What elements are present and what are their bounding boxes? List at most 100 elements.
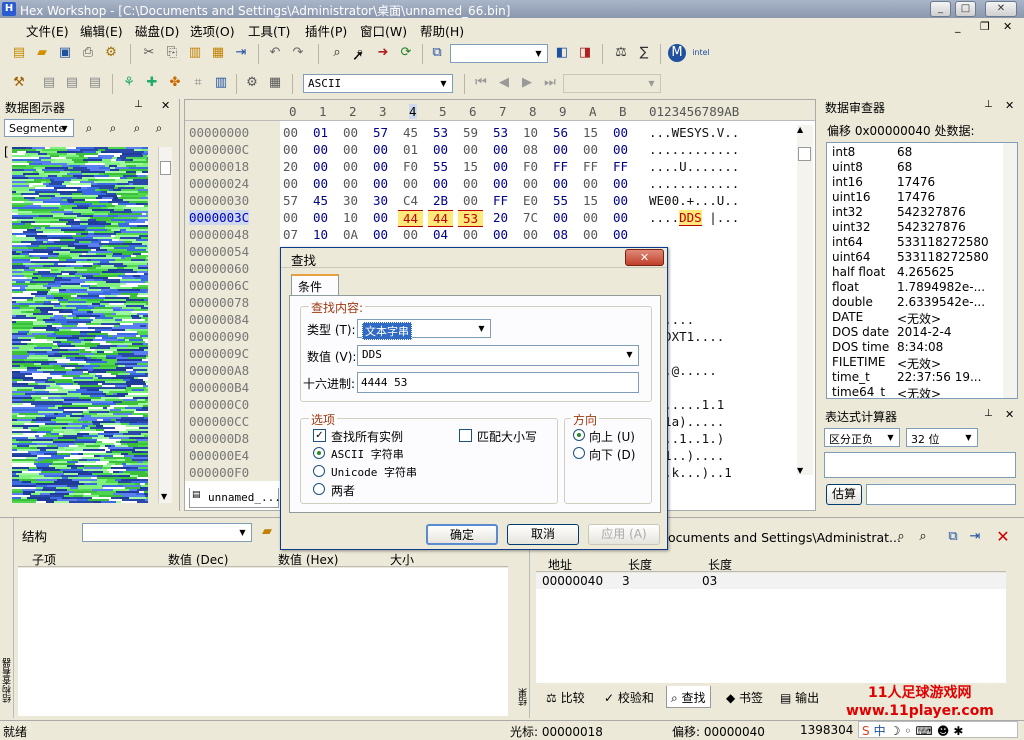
tab-output[interactable]: ▤ 输出 [780, 689, 819, 711]
hex-row-ascii[interactable]: ............ [649, 176, 739, 191]
doc-tab[interactable]: ▤ unnamed_... [189, 488, 281, 508]
visualizer-mode-combo[interactable]: Segmente ▼ [4, 119, 74, 137]
inspector-row[interactable]: uint16 17476 [827, 190, 1001, 205]
calc-expression-input[interactable] [824, 452, 1016, 478]
hex-byte[interactable]: 57 [373, 125, 388, 140]
hex-byte[interactable]: 45 [403, 125, 418, 140]
ok-button[interactable]: 确定 [426, 524, 498, 545]
calc-bits-combo[interactable]: 32 位 ▼ [906, 428, 978, 447]
hex-byte[interactable]: 2B [433, 193, 448, 208]
hex-byte[interactable]: 00 [283, 210, 298, 225]
hex-byte[interactable]: 00 [403, 227, 418, 242]
inspector-row[interactable]: double 2.6339542e-... [827, 295, 1001, 310]
value-combo[interactable]: DDS ▼ [357, 345, 639, 366]
hex-byte[interactable]: 00 [313, 142, 328, 157]
hex-byte[interactable]: 00 [313, 159, 328, 174]
apply-button[interactable]: 应用 (A) [588, 524, 660, 545]
pin-icon[interactable]: ⊥ [134, 99, 143, 110]
hex-row-ascii[interactable]: ............ [649, 142, 739, 157]
hex-byte[interactable]: 15 [583, 193, 598, 208]
inspector-scrollbar[interactable] [1003, 143, 1017, 398]
hex-row[interactable]: 00000048 07 10 0A 00 00 04 00 00 00 08 00 00 [185, 226, 795, 243]
results-export-icon[interactable]: ⇥ [966, 528, 984, 546]
hex-byte[interactable]: 00 [313, 210, 328, 225]
bookmark-icon[interactable]: ⧉ [428, 44, 446, 62]
inspector-row[interactable]: FILETIME <无效> [827, 355, 1001, 371]
paste-icon[interactable]: ▥ [186, 44, 204, 62]
visualizer-scrollbar[interactable]: ▼ [158, 147, 172, 503]
document-move-icon[interactable]: ▤ [86, 74, 104, 92]
find-icon[interactable]: ⌕ [328, 44, 346, 62]
inspector-row[interactable]: DOS time 8:34:08 [827, 340, 1001, 355]
hex-row[interactable]: 00000018 20 00 00 00 F0 55 15 00 F0 FF FF FF ....U...… [185, 158, 795, 175]
hex-byte[interactable]: 20 [493, 210, 508, 225]
chart-icon[interactable]: ▥ [212, 74, 230, 92]
hex-byte[interactable]: 00 [613, 193, 628, 208]
inspector-row[interactable]: int32 542327876 [827, 205, 1001, 220]
search-combo[interactable]: ▼ [450, 44, 548, 63]
hex-row[interactable]: 0000000C 00 00 00 00 01 00 00 00 08 00 00 00........… [185, 141, 795, 158]
tab-checksum[interactable]: ✓ 校验和 [604, 689, 654, 711]
hex-row[interactable]: 00000030 57 45 30 30 C4 2B 00 FF E0 55 15 00 WE00.+..… [185, 192, 795, 209]
hex-byte[interactable]: 07 [283, 227, 298, 242]
results-filter-icon[interactable]: ⌕ [914, 528, 932, 546]
hex-row[interactable]: 00000000 00 01 00 57 45 53 59 53 10 56 15 00 ...WESYS… [185, 124, 795, 141]
hex-byte[interactable]: 45 [313, 193, 328, 208]
unicode-radio[interactable] [313, 465, 325, 477]
export-icon[interactable]: ⇥ [232, 44, 250, 62]
hex-byte[interactable]: 00 [523, 227, 538, 242]
hex-byte[interactable]: 00 [583, 210, 598, 225]
hex-byte[interactable]: 00 [613, 125, 628, 140]
hex-byte[interactable]: 00 [313, 176, 328, 191]
calc-pin-icon[interactable]: ⊥ [984, 408, 993, 419]
zoom-fit-icon[interactable]: ⌕ [104, 119, 122, 137]
hex-byte[interactable]: 00 [283, 176, 298, 191]
inspector-row[interactable]: DOS date 2014-2-4 [827, 325, 1001, 340]
motorola-icon[interactable]: M [668, 44, 686, 62]
hex-row[interactable]: 0000003C 00 00 10 00 44 44 53 20 7C 00 00 00 ....DDS … [185, 209, 795, 227]
hex-byte[interactable]: 00 [433, 142, 448, 157]
hex-byte[interactable]: 10 [313, 227, 328, 242]
inspector-list[interactable]: int8 68 uint8 68 int16 17476 uint16 17476 int32 5… [826, 142, 1018, 399]
inspector-pin-icon[interactable]: ⊥ [984, 99, 993, 110]
copy-icon[interactable]: ⎘ [163, 44, 181, 62]
inspector-row[interactable]: time_t 22:37:56 19... [827, 370, 1001, 385]
goto-icon[interactable]: ➜ [374, 44, 392, 62]
hex-byte[interactable]: 00 [343, 125, 358, 140]
hex-byte[interactable]: 00 [403, 176, 418, 191]
structure-side-tab[interactable]: 结构查看器 [0, 518, 14, 718]
hex-byte[interactable]: 08 [553, 227, 568, 242]
hex-byte[interactable]: 55 [433, 159, 448, 174]
maximize-button[interactable]: □ [955, 1, 976, 17]
hex-byte[interactable]: 44 [428, 210, 454, 227]
hex-byte[interactable]: 00 [493, 227, 508, 242]
plugin-icon[interactable]: ✚ [143, 74, 161, 92]
zoom-100-icon[interactable]: ⌕ [80, 119, 98, 137]
hex-byte[interactable]: 00 [463, 142, 478, 157]
hex-byte[interactable]: E0 [523, 193, 538, 208]
ime-toolbar[interactable]: S 中 ☽ ◦ ⌨ ☻ ✱ [858, 721, 1018, 738]
hex-byte[interactable]: 00 [373, 176, 388, 191]
hex-byte[interactable]: 57 [283, 193, 298, 208]
record-combo[interactable]: ▼ [563, 74, 661, 93]
next-icon[interactable]: ▶ [518, 74, 536, 92]
menu-window[interactable]: 窗口(W) [360, 21, 407, 40]
print-icon[interactable]: ⎙ [79, 44, 97, 62]
inspector-row[interactable]: uint32 542327876 [827, 220, 1001, 235]
hex-byte[interactable]: 53 [493, 125, 508, 140]
hex-row-ascii[interactable]: ....U....... [649, 159, 739, 174]
results-row[interactable]: 00000040 3 03 [536, 573, 1006, 589]
bookmark-next-icon[interactable]: ◨ [576, 44, 594, 62]
redo-icon[interactable]: ↷ [289, 44, 307, 62]
hex-byte[interactable]: 00 [493, 142, 508, 157]
inspector-row[interactable]: int8 68 [827, 145, 1001, 160]
hex-byte[interactable]: 00 [583, 176, 598, 191]
inspector-row[interactable]: uint8 68 [827, 160, 1001, 175]
hex-byte[interactable]: 00 [373, 227, 388, 242]
checksum-icon[interactable]: ∑ [635, 44, 653, 62]
hex-row-ascii[interactable]: WE00.+...U.. [649, 193, 739, 208]
hex-byte[interactable]: 00 [463, 193, 478, 208]
structure-list[interactable] [18, 568, 508, 716]
hex-byte[interactable]: C4 [403, 193, 418, 208]
structure-combo[interactable]: ▼ [82, 523, 252, 542]
